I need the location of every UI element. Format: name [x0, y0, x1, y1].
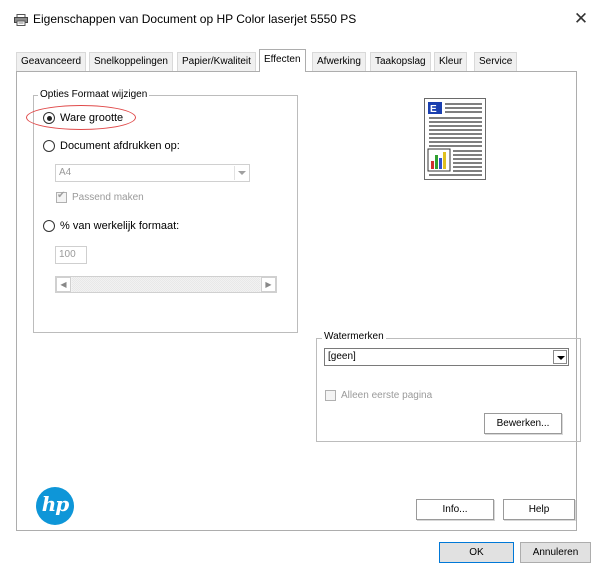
percent-label: % van werkelijk formaat:	[60, 220, 180, 232]
watermark-value: [geen]	[328, 351, 356, 362]
first-page-only-option[interactable]: Alleen eerste pagina	[325, 390, 432, 401]
print-on-radio[interactable]	[43, 140, 55, 152]
cancel-button[interactable]: Annuleren	[520, 542, 591, 563]
print-on-label: Document afdrukken op:	[60, 140, 180, 152]
title-bar: Eigenschappen van Document op HP Color l…	[0, 0, 598, 40]
watermark-label: Watermerken	[322, 331, 386, 342]
chevron-down-icon[interactable]	[234, 166, 248, 180]
print-on-option[interactable]: Document afdrukken op:	[43, 138, 180, 154]
info-button[interactable]: Info...	[416, 499, 494, 520]
resize-options-label: Opties Formaat wijzigen	[38, 89, 150, 100]
paper-size-value: A4	[59, 167, 72, 178]
percent-scrollbar[interactable]: ◀ ▶	[55, 276, 277, 293]
window-title: Eigenschappen van Document op HP Color l…	[33, 12, 357, 26]
tab-effecten[interactable]: Effecten	[259, 49, 306, 72]
fit-to-page-checkbox[interactable]	[56, 190, 67, 203]
ok-button[interactable]: OK	[439, 542, 514, 563]
edit-watermark-button[interactable]: Bewerken...	[484, 413, 562, 434]
tab-service[interactable]: Service	[474, 52, 518, 71]
tab-snelkoppelingen[interactable]: Snelkoppelingen	[89, 52, 173, 71]
tab-afwerking[interactable]: Afwerking	[312, 52, 366, 71]
close-button[interactable]: ✕	[568, 6, 594, 32]
close-icon: ✕	[573, 9, 589, 28]
resize-options-group	[33, 95, 298, 333]
tab-papier-kwaliteit[interactable]: Papier/Kwaliteit	[177, 52, 256, 71]
tab-geavanceerd[interactable]: Geavanceerd	[16, 52, 87, 71]
scroll-right-icon[interactable]: ▶	[261, 277, 276, 292]
tab-strip: Geavanceerd Snelkoppelingen Papier/Kwali…	[16, 49, 576, 72]
help-button[interactable]: Help	[503, 499, 575, 520]
printer-icon	[14, 14, 28, 26]
actual-size-label: Ware grootte	[60, 112, 124, 124]
hp-logo: hp	[36, 487, 74, 525]
fit-to-page-option[interactable]: Passend maken	[56, 190, 144, 203]
hp-logo-text: hp	[41, 492, 70, 516]
percent-option[interactable]: % van werkelijk formaat:	[43, 218, 179, 234]
percent-value: 100	[59, 249, 76, 260]
document-preview-icon: E	[427, 102, 482, 176]
tab-kleur[interactable]: Kleur	[434, 52, 468, 71]
fit-to-page-label: Passend maken	[72, 192, 144, 203]
first-page-only-checkbox[interactable]	[325, 390, 336, 401]
paper-size-select[interactable]: A4	[55, 164, 250, 182]
watermark-select[interactable]: [geen]	[324, 348, 569, 366]
percent-radio[interactable]	[43, 220, 55, 232]
scroll-left-icon[interactable]: ◀	[56, 277, 71, 292]
tab-taakopslag[interactable]: Taakopslag	[370, 52, 431, 71]
percent-input[interactable]: 100	[55, 246, 87, 264]
actual-size-radio[interactable]	[43, 112, 55, 124]
first-page-only-label: Alleen eerste pagina	[341, 390, 433, 401]
scroll-track[interactable]	[72, 277, 260, 292]
page-preview: E	[424, 98, 486, 180]
svg-text:E: E	[430, 104, 437, 115]
actual-size-option[interactable]: Ware grootte	[43, 110, 123, 126]
chevron-down-icon[interactable]	[553, 350, 567, 364]
